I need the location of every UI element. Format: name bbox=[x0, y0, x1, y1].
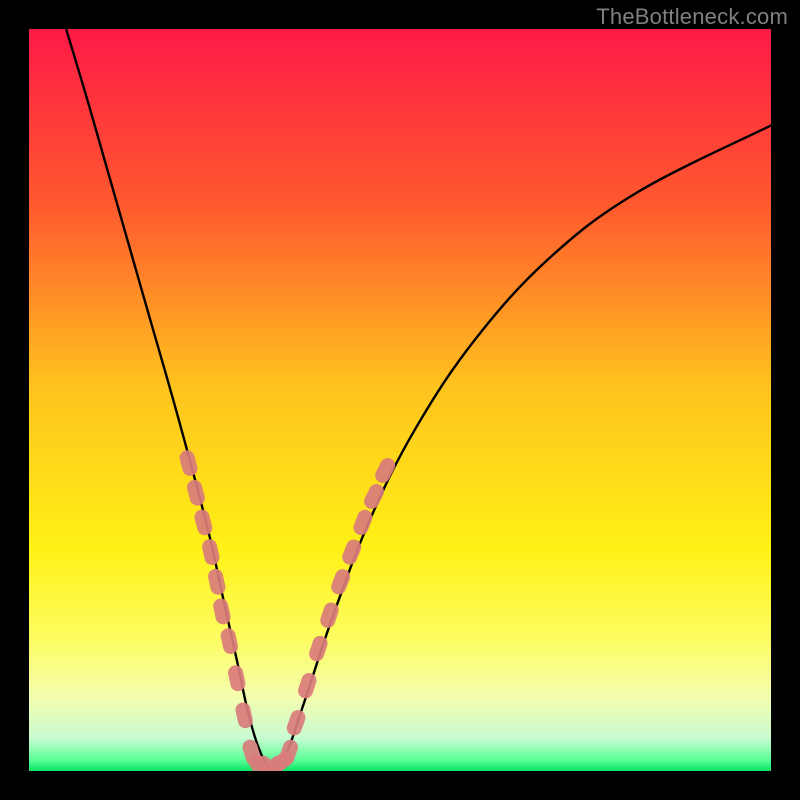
curve-marker bbox=[351, 508, 374, 538]
chart-svg bbox=[29, 29, 771, 771]
curve-marker bbox=[185, 478, 206, 507]
curve-marker bbox=[285, 708, 308, 738]
chart-frame: TheBottleneck.com bbox=[0, 0, 800, 800]
curve-marker bbox=[362, 481, 387, 511]
curve-marker bbox=[193, 508, 214, 537]
bottleneck-curve bbox=[66, 29, 771, 768]
curve-marker bbox=[296, 671, 318, 700]
curve-marker bbox=[201, 538, 221, 567]
curve-marker bbox=[219, 627, 239, 656]
curve-marker bbox=[178, 449, 199, 478]
watermark-text: TheBottleneck.com bbox=[596, 4, 788, 30]
curve-marker bbox=[234, 701, 254, 730]
curve-marker bbox=[207, 567, 227, 596]
curve-layer bbox=[66, 29, 771, 768]
plot-area bbox=[29, 29, 771, 771]
curve-marker bbox=[227, 664, 247, 693]
marker-layer bbox=[178, 449, 398, 771]
